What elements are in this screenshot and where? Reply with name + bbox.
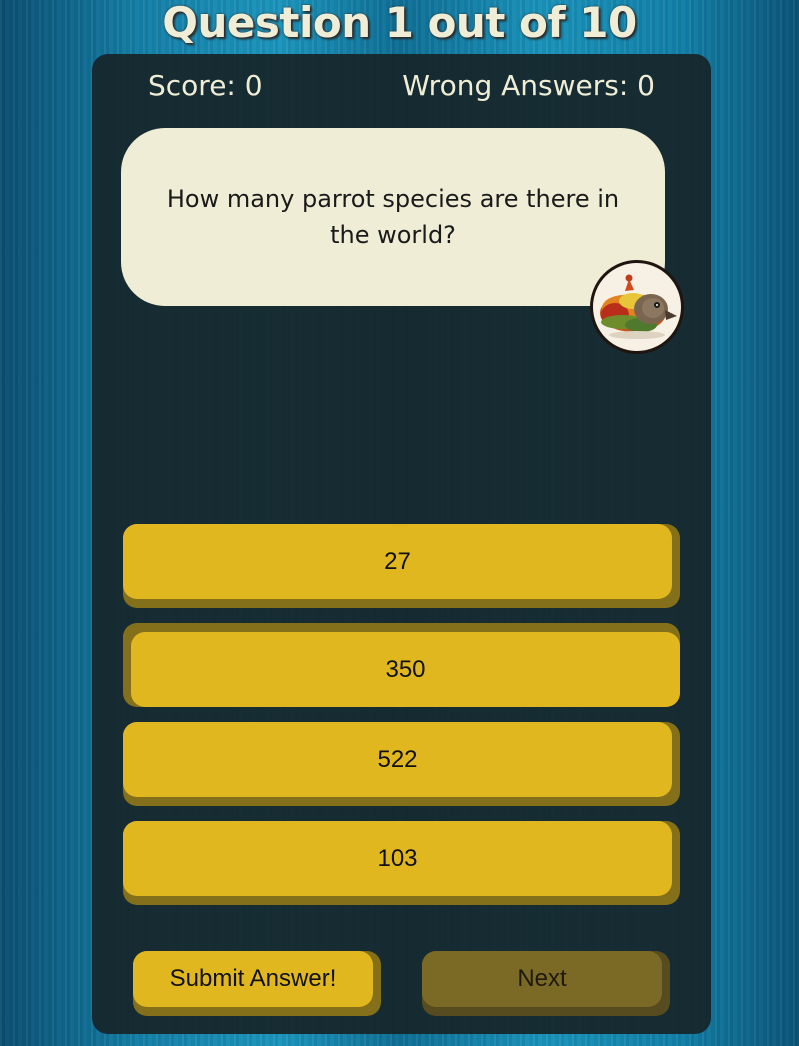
answer-option[interactable]: 103 [123,821,680,905]
answer-option-label: 350 [131,632,680,707]
answer-option-selected[interactable]: 350 [123,623,680,707]
submit-answer-button[interactable]: Submit Answer! [133,951,381,1016]
answer-list: 27 350 522 103 [123,524,680,920]
answer-option-label: 103 [123,821,672,896]
score-label: Score: 0 [148,69,263,102]
question-bubble: How many parrot species are there in the… [121,128,665,306]
page-title: Question 1 out of 10 [162,0,637,47]
answer-option[interactable]: 522 [123,722,680,806]
answer-option[interactable]: 27 [123,524,680,608]
answer-option-label: 27 [123,524,672,599]
parrot-avatar-icon [590,260,684,354]
answer-option-label: 522 [123,722,672,797]
question-text: How many parrot species are there in the… [166,185,620,249]
submit-answer-label: Submit Answer! [133,951,373,1007]
next-button[interactable]: Next [422,951,670,1016]
next-label: Next [422,951,662,1007]
score-row: Score: 0 Wrong Answers: 0 [92,68,711,104]
wrong-answers-label: Wrong Answers: 0 [402,69,655,102]
quiz-panel: Score: 0 Wrong Answers: 0 How many parro… [92,54,711,1034]
